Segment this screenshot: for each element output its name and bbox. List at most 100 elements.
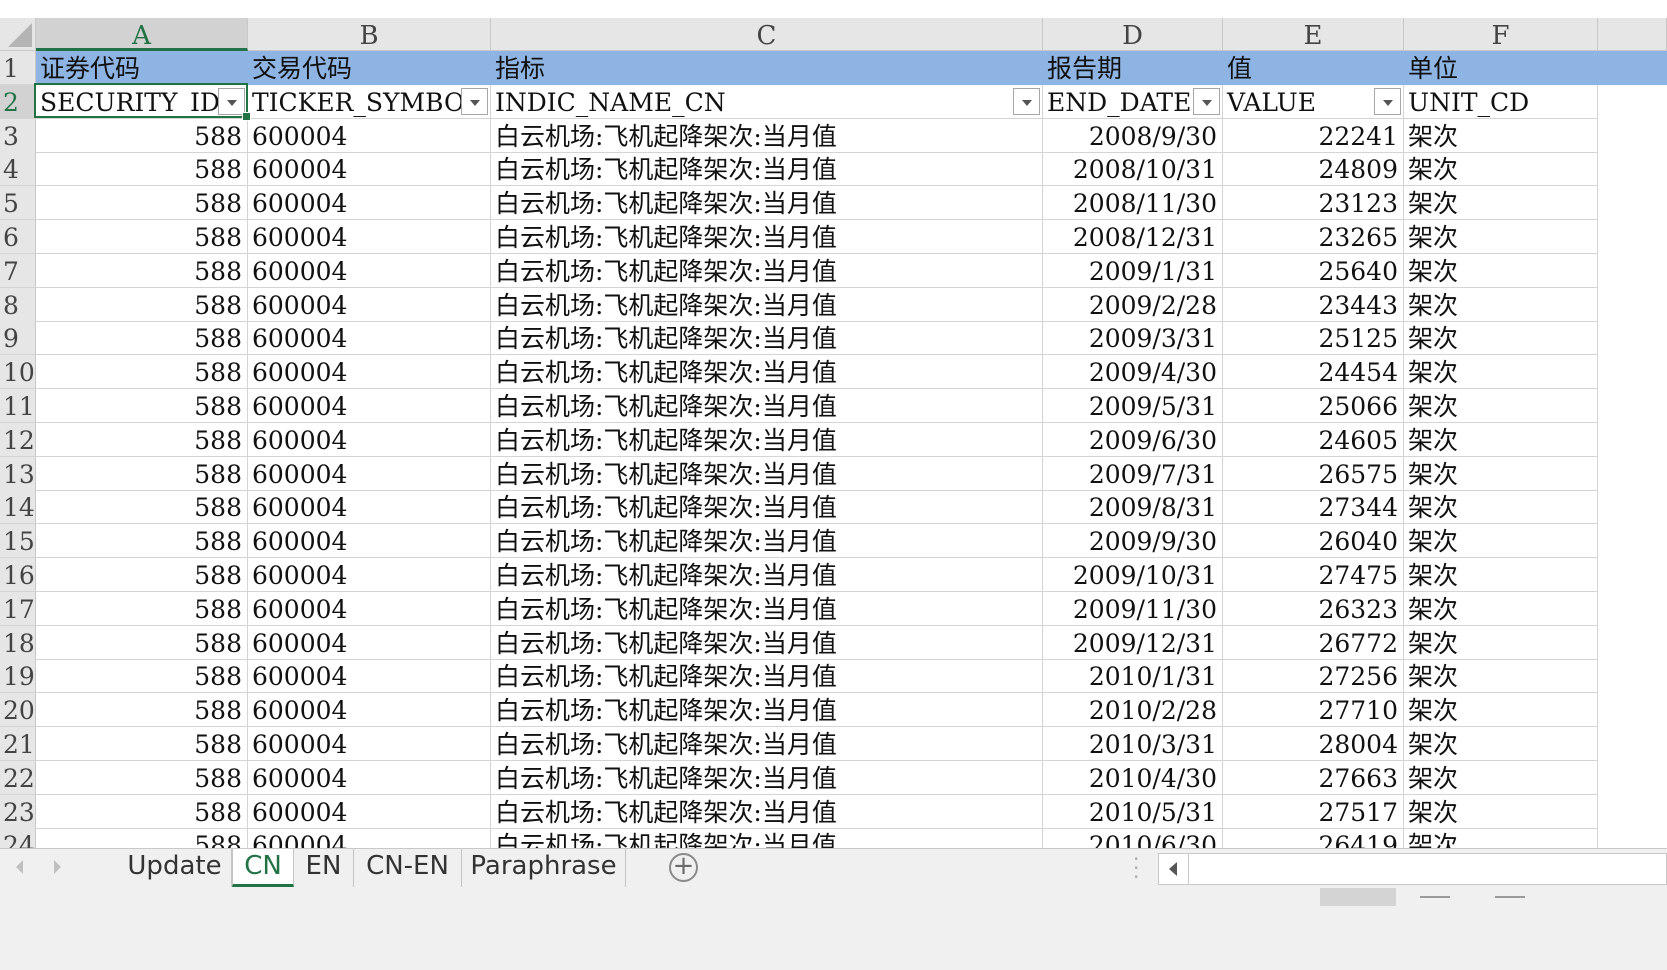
filter-dropdown-icon[interactable] [1374, 87, 1401, 115]
add-sheet-icon[interactable]: + [669, 853, 698, 882]
ticker-cell[interactable]: 600004 [248, 558, 491, 592]
value-cell[interactable]: 23123 [1223, 186, 1404, 221]
row-header[interactable]: 7 [0, 253, 36, 288]
security-id-cell[interactable]: 588 [36, 625, 248, 660]
prev-sheet-arrow-icon[interactable] [16, 860, 23, 874]
unit-cell[interactable]: 架次 [1404, 727, 1598, 761]
value-cell[interactable]: 24809 [1223, 152, 1404, 187]
indicator-cell[interactable]: 白云机场:飞机起降架次:当月值 [491, 220, 1043, 254]
row-header[interactable]: 14 [0, 490, 36, 525]
indicator-cell[interactable]: 白云机场:飞机起降架次:当月值 [491, 625, 1043, 660]
security-id-cell[interactable]: 588 [36, 287, 248, 322]
unit-cell[interactable]: 架次 [1404, 186, 1598, 221]
security-id-cell[interactable]: 588 [36, 389, 248, 423]
ticker-cell[interactable]: 600004 [248, 727, 491, 761]
end-date-cell[interactable]: 2009/5/31 [1043, 389, 1223, 423]
unit-cell[interactable]: 架次 [1404, 591, 1598, 626]
horizontal-scrollbar[interactable] [1158, 853, 1667, 885]
column-header-b[interactable]: B [248, 18, 491, 51]
end-date-cell[interactable]: 2010/1/31 [1043, 659, 1223, 694]
indicator-cell[interactable]: 白云机场:飞机起降架次:当月值 [491, 490, 1043, 525]
select-all-corner[interactable] [0, 18, 36, 51]
value-cell[interactable]: 22241 [1223, 118, 1404, 153]
filter-dropdown-icon[interactable] [1193, 87, 1220, 115]
page-layout-view-icon[interactable] [1420, 896, 1450, 906]
indicator-cell[interactable]: 白云机场:飞机起降架次:当月值 [491, 524, 1043, 559]
row-header[interactable]: 18 [0, 625, 36, 660]
security-id-cell[interactable]: 588 [36, 794, 248, 829]
end-date-cell[interactable]: 2010/4/30 [1043, 760, 1223, 795]
header-cell-cn[interactable]: 证券代码 [36, 51, 248, 85]
column-header-e[interactable]: E [1223, 18, 1404, 51]
indicator-cell[interactable]: 白云机场:飞机起降架次:当月值 [491, 389, 1043, 423]
ticker-cell[interactable]: 600004 [248, 422, 491, 457]
ticker-cell[interactable]: 600004 [248, 321, 491, 356]
row-header[interactable]: 16 [0, 558, 36, 592]
ticker-cell[interactable]: 600004 [248, 524, 491, 559]
row-header[interactable]: 8 [0, 287, 36, 322]
header-cell-en[interactable]: TICKER_SYMBOL [248, 84, 491, 119]
column-header-d[interactable]: D [1043, 18, 1223, 51]
scroll-left-icon[interactable] [1159, 854, 1189, 884]
security-id-cell[interactable]: 588 [36, 220, 248, 254]
unit-cell[interactable]: 架次 [1404, 118, 1598, 153]
row-header[interactable]: 9 [0, 321, 36, 356]
unit-cell[interactable]: 架次 [1404, 524, 1598, 559]
row-header[interactable]: 20 [0, 693, 36, 728]
ticker-cell[interactable]: 600004 [248, 794, 491, 829]
header-cell-cn[interactable]: 单位 [1404, 51, 1598, 85]
indicator-cell[interactable]: 白云机场:飞机起降架次:当月值 [491, 558, 1043, 592]
indicator-cell[interactable]: 白云机场:飞机起降架次:当月值 [491, 456, 1043, 491]
security-id-cell[interactable]: 588 [36, 253, 248, 288]
indicator-cell[interactable]: 白云机场:飞机起降架次:当月值 [491, 794, 1043, 829]
ticker-cell[interactable]: 600004 [248, 355, 491, 390]
next-sheet-arrow-icon[interactable] [54, 860, 61, 874]
unit-cell[interactable]: 架次 [1404, 490, 1598, 525]
security-id-cell[interactable]: 588 [36, 355, 248, 390]
row-header[interactable]: 10 [0, 355, 36, 390]
end-date-cell[interactable]: 2009/6/30 [1043, 422, 1223, 457]
security-id-cell[interactable]: 588 [36, 118, 248, 153]
unit-cell[interactable]: 架次 [1404, 422, 1598, 457]
end-date-cell[interactable]: 2010/5/31 [1043, 794, 1223, 829]
value-cell[interactable]: 23443 [1223, 287, 1404, 322]
row-header[interactable]: 6 [0, 220, 36, 254]
value-cell[interactable]: 26040 [1223, 524, 1404, 559]
indicator-cell[interactable]: 白云机场:飞机起降架次:当月值 [491, 760, 1043, 795]
ticker-cell[interactable]: 600004 [248, 287, 491, 322]
security-id-cell[interactable]: 588 [36, 490, 248, 525]
header-cell-en[interactable]: VALUE [1223, 84, 1404, 119]
end-date-cell[interactable]: 2008/10/31 [1043, 152, 1223, 187]
end-date-cell[interactable]: 2009/1/31 [1043, 253, 1223, 288]
indicator-cell[interactable]: 白云机场:飞机起降架次:当月值 [491, 287, 1043, 322]
unit-cell[interactable]: 架次 [1404, 152, 1598, 187]
row-header[interactable]: 19 [0, 659, 36, 694]
header-cell-cn[interactable]: 值 [1223, 51, 1404, 85]
ticker-cell[interactable]: 600004 [248, 659, 491, 694]
end-date-cell[interactable]: 2008/12/31 [1043, 220, 1223, 254]
security-id-cell[interactable]: 588 [36, 524, 248, 559]
security-id-cell[interactable]: 588 [36, 152, 248, 187]
ticker-cell[interactable]: 600004 [248, 490, 491, 525]
header-cell-en[interactable]: INDIC_NAME_CN [491, 84, 1043, 119]
value-cell[interactable]: 27710 [1223, 693, 1404, 728]
normal-view-icon[interactable] [1320, 888, 1396, 906]
unit-cell[interactable]: 架次 [1404, 220, 1598, 254]
end-date-cell[interactable]: 2009/12/31 [1043, 625, 1223, 660]
security-id-cell[interactable]: 588 [36, 727, 248, 761]
ticker-cell[interactable]: 600004 [248, 186, 491, 221]
end-date-cell[interactable]: 2009/3/31 [1043, 321, 1223, 356]
indicator-cell[interactable]: 白云机场:飞机起降架次:当月值 [491, 355, 1043, 390]
tab-split-handle-icon[interactable]: · · · [1133, 849, 1139, 887]
end-date-cell[interactable]: 2009/4/30 [1043, 355, 1223, 390]
end-date-cell[interactable]: 2009/7/31 [1043, 456, 1223, 491]
security-id-cell[interactable]: 588 [36, 186, 248, 221]
value-cell[interactable]: 23265 [1223, 220, 1404, 254]
indicator-cell[interactable]: 白云机场:飞机起降架次:当月值 [491, 422, 1043, 457]
row-header[interactable]: 22 [0, 760, 36, 795]
value-cell[interactable]: 25066 [1223, 389, 1404, 423]
unit-cell[interactable]: 架次 [1404, 558, 1598, 592]
header-cell-cn[interactable]: 交易代码 [248, 51, 491, 85]
ticker-cell[interactable]: 600004 [248, 118, 491, 153]
unit-cell[interactable]: 架次 [1404, 794, 1598, 829]
